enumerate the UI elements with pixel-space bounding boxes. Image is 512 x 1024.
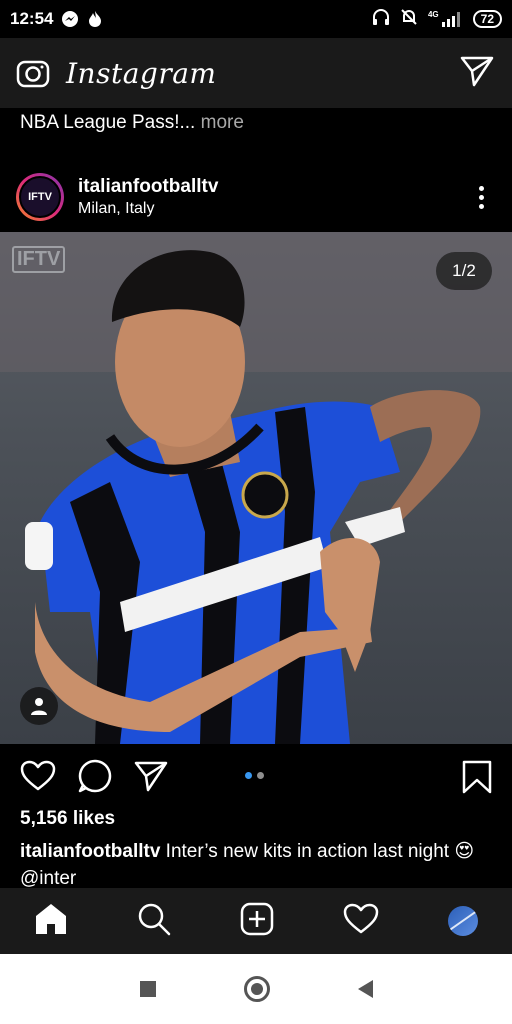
home-button[interactable] — [243, 976, 270, 1002]
carousel-counter: 1/2 — [436, 252, 492, 290]
carousel-dots — [245, 772, 264, 779]
camera-icon[interactable] — [16, 57, 50, 89]
caption-text: Inter’s new kits in action last night 😍 — [160, 841, 475, 862]
signal-icon: 4G — [428, 11, 463, 27]
like-count[interactable]: 5,156 likes — [20, 808, 115, 830]
previous-caption-text: NBA League Pass!... — [20, 112, 196, 133]
more-options-icon[interactable] — [479, 185, 484, 209]
post-actions — [0, 748, 512, 804]
recents-button[interactable] — [139, 981, 156, 997]
post-photo[interactable]: IFTV 1/2 — [0, 232, 512, 744]
app-title: Instagram — [66, 56, 217, 90]
comment-icon[interactable] — [78, 759, 112, 793]
post-caption: italianfootballtv Inter’s new kits in ac… — [20, 838, 500, 892]
carousel-dot-active — [245, 772, 252, 779]
avatar-logo: IFTV — [19, 176, 61, 218]
status-time: 12:54 — [10, 9, 54, 28]
direct-message-icon[interactable] — [460, 55, 494, 92]
search-icon[interactable] — [137, 902, 171, 941]
save-bookmark-icon[interactable] — [462, 760, 492, 799]
system-nav-bar — [0, 954, 512, 1024]
battery-icon: 72 — [472, 10, 502, 28]
home-icon[interactable] — [34, 902, 68, 941]
watermark: IFTV — [12, 246, 66, 273]
network-type: 4G — [427, 10, 439, 19]
back-button[interactable] — [357, 980, 373, 998]
headphones-icon — [372, 8, 390, 31]
messenger-icon — [61, 10, 79, 28]
carousel-dot — [257, 772, 264, 779]
app-bar: Instagram — [0, 38, 512, 108]
add-post-icon[interactable] — [240, 902, 274, 941]
profile-avatar[interactable] — [447, 906, 478, 936]
caption-username[interactable]: italianfootballtv — [20, 841, 160, 862]
previous-post-caption: NBA League Pass!... more — [20, 108, 244, 138]
player-illustration — [25, 250, 481, 744]
person-icon — [31, 698, 47, 715]
post-avatar[interactable]: IFTV — [16, 173, 64, 221]
like-heart-icon[interactable] — [20, 760, 56, 792]
mute-icon — [400, 8, 418, 31]
post-header: IFTV italianfootballtv Milan, Italy — [0, 166, 512, 228]
status-bar: 12:54 4G 72 — [0, 0, 512, 38]
fire-icon — [87, 10, 103, 28]
caption-mention[interactable]: @inter — [20, 868, 76, 889]
activity-heart-icon[interactable] — [343, 903, 379, 940]
post-username[interactable]: italianfootballtv — [78, 176, 218, 198]
bottom-nav — [0, 888, 512, 954]
share-icon[interactable] — [134, 760, 168, 792]
more-link[interactable]: more — [195, 112, 244, 133]
post-meta: italianfootballtv Milan, Italy — [78, 176, 218, 218]
tagged-users-button[interactable] — [20, 687, 58, 725]
post-location[interactable]: Milan, Italy — [78, 200, 218, 218]
